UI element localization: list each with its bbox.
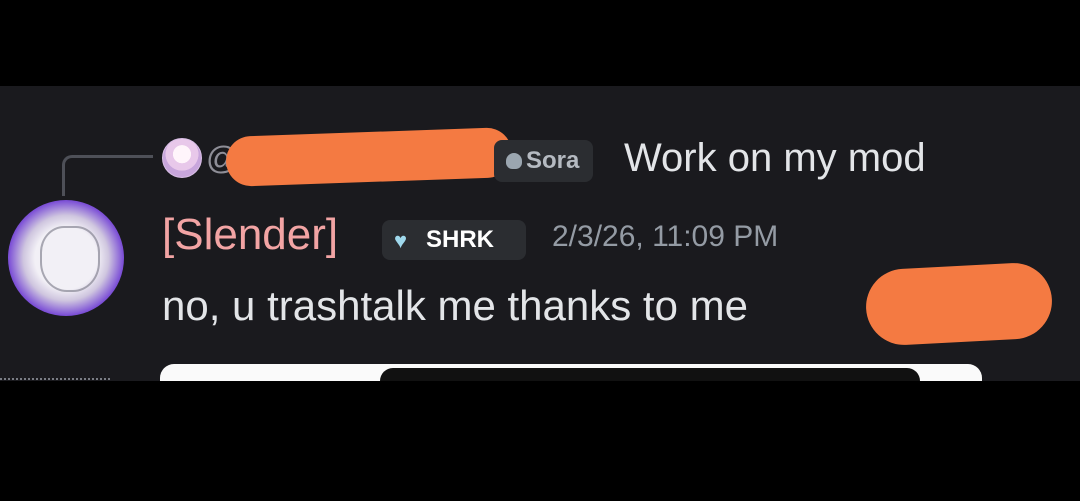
message-text: no, u trashtalk me thanks to me — [162, 282, 748, 329]
redaction-mark-message — [864, 261, 1054, 347]
server-tag-label: SHRK — [426, 226, 495, 253]
server-tag-badge[interactable]: ♥ SHRK — [382, 220, 526, 260]
reply-role-badge[interactable]: Sora — [494, 140, 594, 182]
redaction-mark-username — [225, 127, 513, 187]
embed-image-art — [380, 368, 920, 381]
reply-connector — [62, 155, 153, 196]
reply-preview-text[interactable]: Work on my mod — [624, 136, 926, 181]
avatar-drawing — [40, 226, 100, 292]
heart-icon: ♥ — [394, 228, 408, 253]
username[interactable]: [Slender] — [162, 210, 338, 260]
message-timestamp[interactable]: 2/3/26, 11:09 PM — [552, 220, 778, 254]
sidebar-label-fragment — [0, 372, 120, 381]
reply-avatar[interactable] — [162, 138, 202, 178]
sora-icon — [506, 153, 522, 169]
reply-role-label: Sora — [526, 147, 580, 174]
